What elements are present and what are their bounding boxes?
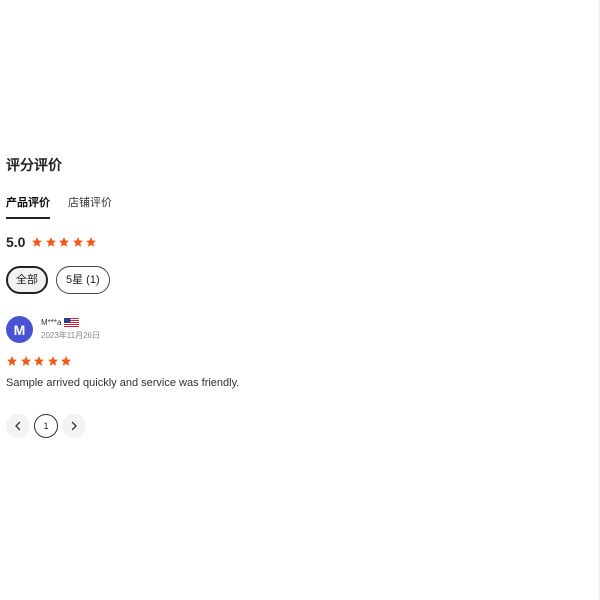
star-icon [45, 236, 57, 248]
overall-rating: 5.0 [6, 234, 99, 250]
star-icon [72, 236, 84, 248]
review-stars [6, 355, 586, 367]
review-header: M M***a 2023年11月26日 [6, 316, 586, 343]
rating-score: 5.0 [6, 234, 26, 250]
review-item: M M***a 2023年11月26日 Sample arrived quick… [6, 316, 586, 390]
review-tabs: 产品评价 店铺评价 [6, 196, 130, 219]
ratings-section: 评分评价 产品评价 店铺评价 5.0 全部 5星 (1) M M***a 202… [6, 156, 586, 438]
star-icon [85, 236, 97, 248]
chevron-right-icon [69, 421, 79, 431]
avatar: M [6, 316, 33, 343]
next-page-button[interactable] [62, 414, 86, 438]
us-flag-icon [64, 318, 80, 327]
reviewer-line: M***a [41, 317, 100, 328]
star-icon [60, 355, 72, 367]
star-icon [20, 355, 32, 367]
star-icon [31, 236, 43, 248]
page-number-button[interactable]: 1 [34, 414, 58, 438]
star-icon [47, 355, 59, 367]
prev-page-button[interactable] [6, 414, 30, 438]
tab-store-reviews[interactable]: 店铺评价 [68, 196, 112, 217]
reviewer-name: M***a [41, 318, 62, 327]
review-text: Sample arrived quickly and service was f… [6, 377, 240, 389]
filter-all-chip[interactable]: 全部 [6, 266, 48, 294]
star-icon [58, 236, 70, 248]
review-date: 2023年11月26日 [41, 331, 100, 340]
star-icon [6, 355, 18, 367]
tab-product-reviews[interactable]: 产品评价 [6, 196, 50, 219]
overall-stars [31, 236, 99, 248]
reviews-page: 评分评价 产品评价 店铺评价 5.0 全部 5星 (1) M M***a 202… [0, 0, 600, 600]
star-icon [33, 355, 45, 367]
section-title: 评分评价 [6, 157, 62, 173]
pagination: 1 [6, 414, 90, 438]
chevron-left-icon [13, 421, 23, 431]
rating-filters: 全部 5星 (1) [6, 266, 118, 294]
reviewer-meta: M***a 2023年11月26日 [41, 317, 100, 342]
filter-5-star-chip[interactable]: 5星 (1) [56, 266, 110, 294]
